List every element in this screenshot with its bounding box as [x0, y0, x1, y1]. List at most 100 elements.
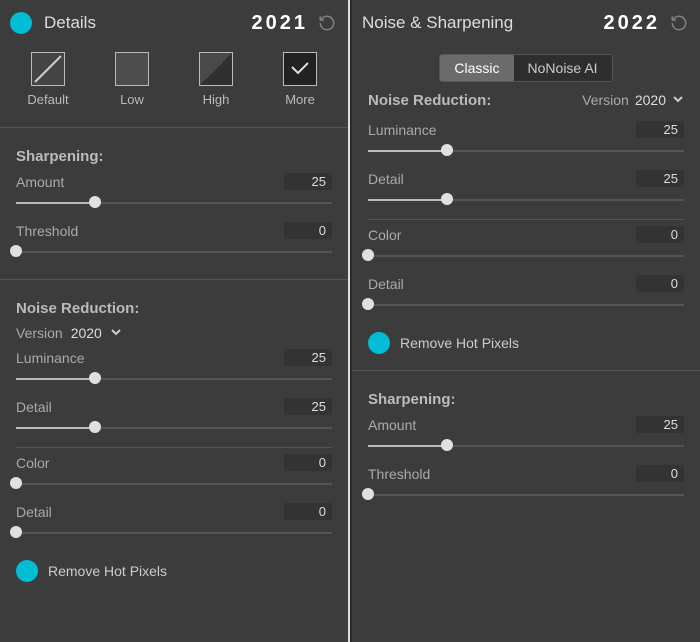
reset-icon[interactable] — [318, 14, 336, 32]
label-detail: Detail — [368, 171, 404, 187]
slider-threshold[interactable] — [16, 243, 332, 261]
slider-luminance[interactable] — [368, 142, 684, 160]
row-color: Color 0 — [368, 226, 684, 243]
row-threshold: Threshold 0 — [368, 465, 684, 482]
divider — [0, 127, 348, 128]
reset-icon[interactable] — [670, 14, 688, 32]
value-threshold[interactable]: 0 — [284, 222, 332, 239]
hot-pixels-label: Remove Hot Pixels — [48, 563, 167, 579]
slider-color[interactable] — [368, 247, 684, 265]
label-amount: Amount — [16, 174, 64, 190]
version-value: 2020 — [71, 325, 102, 341]
value-color[interactable]: 0 — [284, 454, 332, 471]
label-amount: Amount — [368, 417, 416, 433]
divider — [16, 447, 332, 448]
section-title-noise: Noise Reduction: — [16, 300, 332, 317]
slider-color[interactable] — [16, 475, 332, 493]
divider — [368, 219, 684, 220]
preset-more-icon — [283, 52, 317, 86]
slider-luminance[interactable] — [16, 370, 332, 388]
value-detail2[interactable]: 0 — [284, 503, 332, 520]
row-color: Color 0 — [16, 454, 332, 471]
preset-low-label: Low — [120, 92, 144, 107]
preset-row: Default Low High More — [0, 46, 348, 121]
preset-high[interactable]: High — [180, 52, 252, 107]
label-color: Color — [16, 455, 49, 471]
noise-header-row: Noise Reduction: Version 2020 — [352, 92, 700, 109]
version-label: Version — [16, 325, 63, 341]
value-amount[interactable]: 25 — [636, 416, 684, 433]
label-detail2: Detail — [16, 504, 52, 520]
row-detail: Detail 25 — [16, 398, 332, 415]
slider-threshold[interactable] — [368, 486, 684, 504]
section-noise-reduction: Noise Reduction: Version 2020 Luminance … — [0, 286, 348, 554]
slider-amount[interactable] — [16, 194, 332, 212]
preset-low-icon — [115, 52, 149, 86]
row-amount: Amount 25 — [368, 416, 684, 433]
divider — [0, 279, 348, 280]
slider-amount[interactable] — [368, 437, 684, 455]
year-badge: 2021 — [252, 12, 309, 35]
label-detail: Detail — [16, 399, 52, 415]
section-title-sharpening: Sharpening: — [16, 148, 332, 165]
mode-classic[interactable]: Classic — [440, 55, 513, 81]
panel-header: Details 2021 — [0, 0, 348, 46]
row-threshold: Threshold 0 — [16, 222, 332, 239]
row-luminance: Luminance 25 — [368, 121, 684, 138]
year-badge: 2022 — [604, 12, 661, 35]
mode-nonoise-ai[interactable]: NoNoise AI — [514, 55, 612, 81]
label-threshold: Threshold — [368, 466, 430, 482]
toggle-dot-icon — [16, 560, 38, 582]
value-color[interactable]: 0 — [636, 226, 684, 243]
section-sharpening: Sharpening: Amount 25 Threshold 0 — [0, 134, 348, 273]
preset-high-icon — [199, 52, 233, 86]
label-luminance: Luminance — [368, 122, 437, 138]
label-luminance: Luminance — [16, 350, 85, 366]
value-luminance[interactable]: 25 — [636, 121, 684, 138]
label-color: Color — [368, 227, 401, 243]
preset-more-label: More — [285, 92, 315, 107]
value-detail2[interactable]: 0 — [636, 275, 684, 292]
preset-default-icon — [31, 52, 65, 86]
pane-divider — [348, 0, 350, 642]
value-detail[interactable]: 25 — [636, 170, 684, 187]
mode-toggle: Classic NoNoise AI — [439, 54, 612, 82]
divider — [352, 370, 700, 371]
chevron-down-icon — [672, 92, 684, 108]
remove-hot-pixels-toggle[interactable]: Remove Hot Pixels — [352, 326, 700, 364]
section-title-sharpening: Sharpening: — [368, 391, 684, 408]
row-luminance: Luminance 25 — [16, 349, 332, 366]
label-detail2: Detail — [368, 276, 404, 292]
slider-detail2[interactable] — [16, 524, 332, 542]
section-noise-reduction: Luminance 25 Detail 25 Color 0 Detail 0 — [352, 109, 700, 326]
preset-more[interactable]: More — [264, 52, 336, 107]
value-luminance[interactable]: 25 — [284, 349, 332, 366]
hot-pixels-label: Remove Hot Pixels — [400, 335, 519, 351]
preset-low[interactable]: Low — [96, 52, 168, 107]
slider-detail[interactable] — [16, 419, 332, 437]
version-selector[interactable]: Version 2020 — [16, 325, 332, 341]
enabled-dot-icon[interactable] — [10, 12, 32, 34]
toggle-dot-icon — [368, 332, 390, 354]
value-amount[interactable]: 25 — [284, 173, 332, 190]
chevron-down-icon — [110, 325, 122, 341]
preset-high-label: High — [203, 92, 230, 107]
panel-header: Noise & Sharpening 2022 — [352, 0, 700, 46]
row-detail2: Detail 0 — [16, 503, 332, 520]
row-amount: Amount 25 — [16, 173, 332, 190]
section-sharpening: Sharpening: Amount 25 Threshold 0 — [352, 377, 700, 516]
slider-detail2[interactable] — [368, 296, 684, 314]
section-title-noise: Noise Reduction: — [368, 92, 491, 109]
preset-default-label: Default — [27, 92, 68, 107]
value-detail[interactable]: 25 — [284, 398, 332, 415]
panel-title: Details — [44, 13, 252, 33]
version-label: Version — [582, 92, 629, 108]
preset-default[interactable]: Default — [12, 52, 84, 107]
row-detail: Detail 25 — [368, 170, 684, 187]
remove-hot-pixels-toggle[interactable]: Remove Hot Pixels — [0, 554, 348, 592]
slider-detail[interactable] — [368, 191, 684, 209]
panel-noise-sharpening: Noise & Sharpening 2022 Classic NoNoise … — [352, 0, 700, 642]
version-value: 2020 — [635, 92, 666, 108]
version-selector[interactable]: Version 2020 — [582, 92, 684, 108]
value-threshold[interactable]: 0 — [636, 465, 684, 482]
